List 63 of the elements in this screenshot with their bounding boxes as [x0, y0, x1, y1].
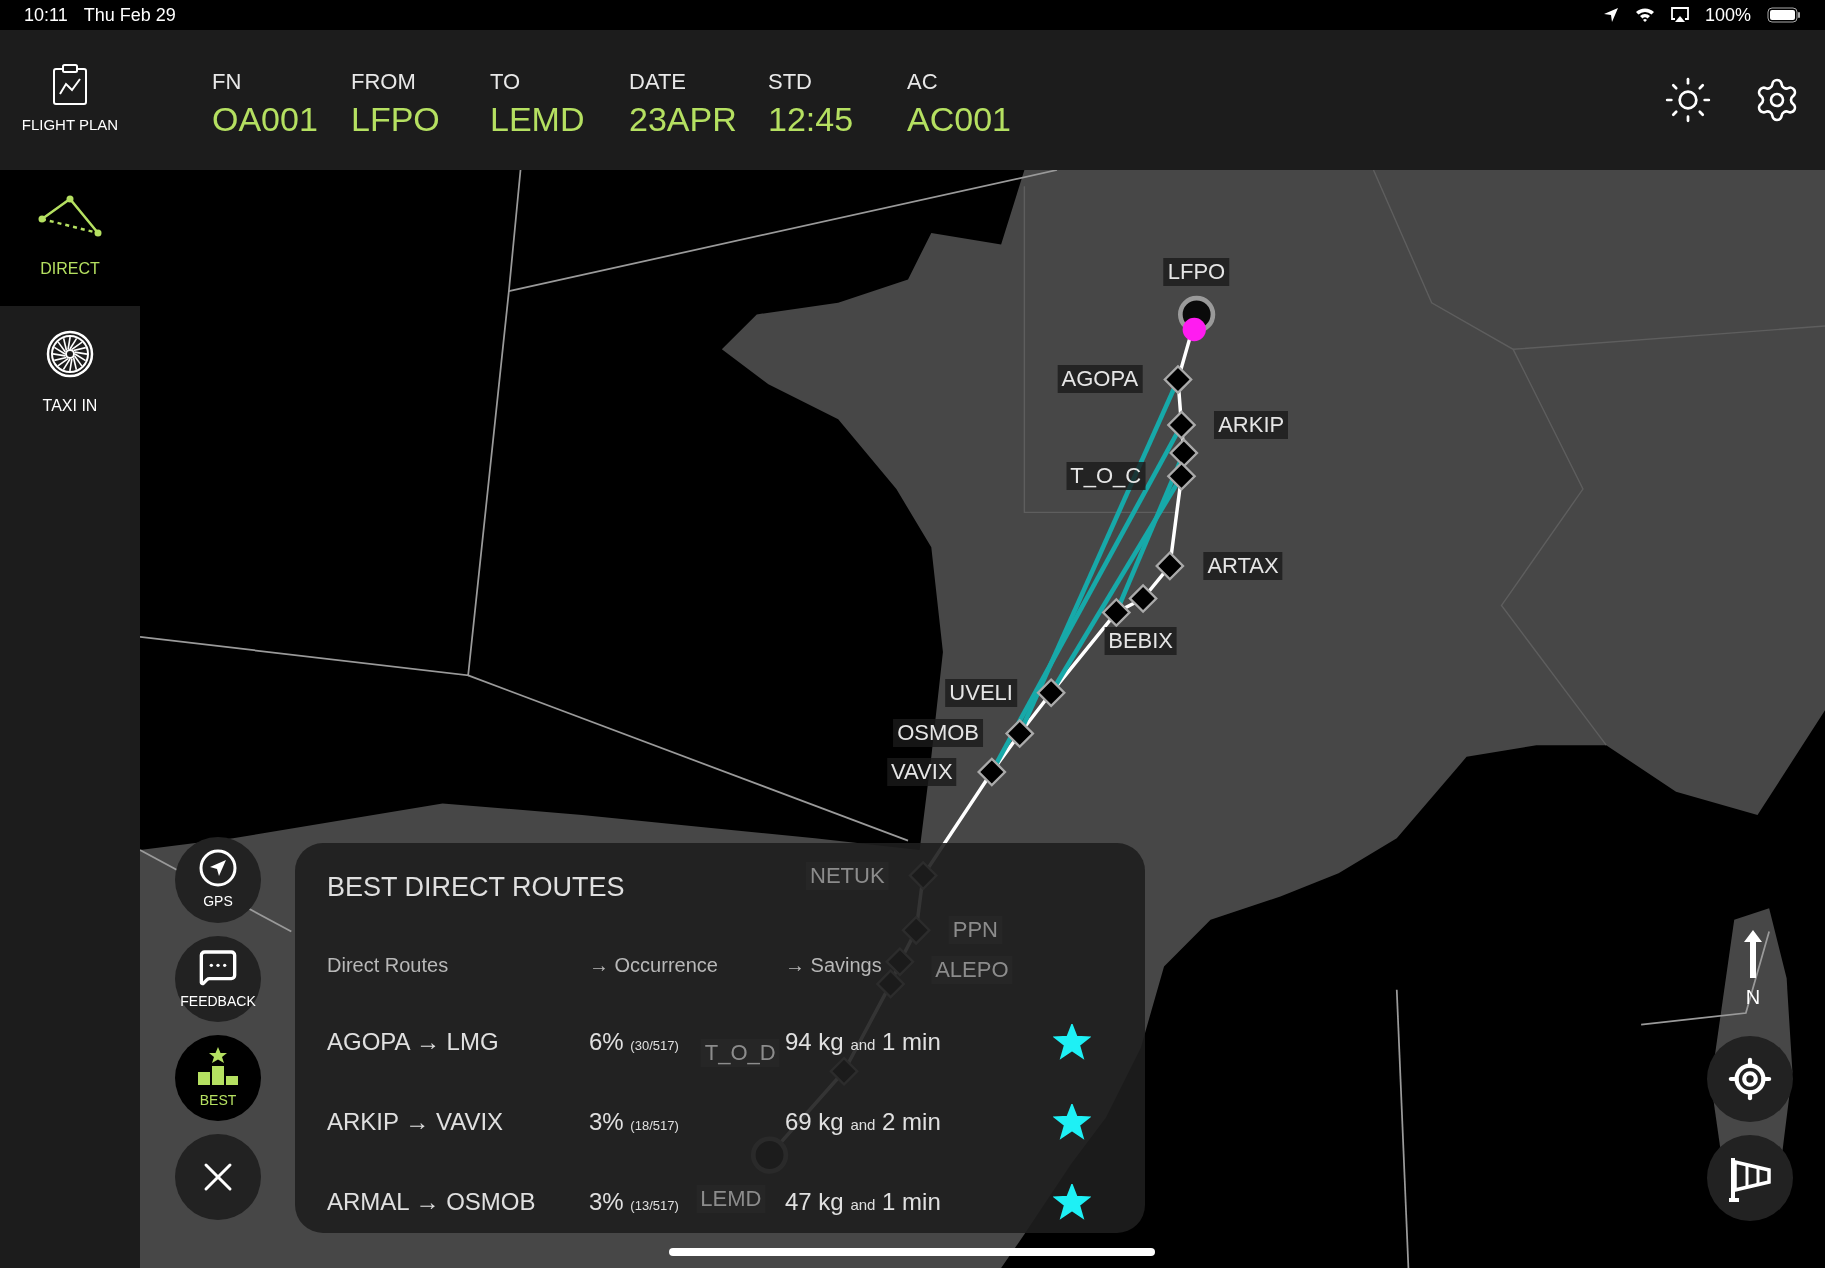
waypoint-marker [1166, 461, 1197, 492]
field-value: LEMD [490, 101, 585, 136]
location-icon [1602, 7, 1619, 23]
route-cell-text: AGOPA → LMG [327, 1026, 499, 1057]
aircraft-position-marker [1182, 317, 1206, 342]
field-label: AC [907, 67, 938, 96]
turbine-icon [46, 330, 94, 378]
status-time: 10:11 [24, 3, 68, 27]
occurrence-cell-text: 6% (30/517) [589, 1026, 679, 1057]
waypoint-label: AGOPA [1057, 365, 1143, 394]
waypoint-label: LFPO [1163, 258, 1230, 287]
star-icon[interactable] [1053, 1023, 1091, 1060]
screen-mirroring-icon [1670, 7, 1689, 23]
star-icon[interactable] [1053, 1103, 1091, 1140]
field-value: 23APR [629, 101, 737, 136]
waypoint-label: LEMD [696, 1184, 766, 1213]
status-date: Thu Feb 29 [83, 3, 176, 27]
savings-cell-text: 94 kg and 1 min [785, 1026, 941, 1057]
waypoint-label: NETUK [806, 862, 889, 891]
podium-star-icon [196, 1045, 240, 1086]
column-header: → Savings [785, 952, 882, 978]
field-value: AC001 [907, 101, 1011, 136]
waypoint-label: BEBIX [1104, 627, 1178, 656]
battery-percentage: 100% [1704, 3, 1751, 27]
route-cell-text: ARMAL → OSMOB [327, 1186, 536, 1217]
battery-icon [1767, 7, 1801, 23]
waypoint-label: UVELI [945, 678, 1017, 707]
star-icon[interactable] [1053, 1183, 1091, 1220]
waypoint-label: OSMOB [893, 719, 984, 748]
field-label: DATE [629, 67, 687, 96]
waypoint-marker [1004, 718, 1035, 749]
column-header: → Occurrence [589, 952, 718, 978]
field-label: FN [212, 67, 242, 96]
wifi-icon [1634, 7, 1655, 23]
savings-cell-text: 47 kg and 1 min [785, 1186, 941, 1217]
occurrence-cell-text: 3% (18/517) [589, 1106, 679, 1137]
route-cell-text: ARKIP → VAVIX [327, 1106, 504, 1137]
waypoint-label: PPN [948, 915, 1002, 944]
occurrence-cell-text: 3% (13/517) [589, 1186, 679, 1217]
savings-cell-text: 69 kg and 2 min [785, 1106, 941, 1137]
waypoint-label: ALEPO [931, 955, 1013, 984]
clipboard-chart-icon [52, 63, 88, 106]
north-arrow-icon [1743, 930, 1763, 978]
crosshair-icon [1727, 1056, 1773, 1102]
brightness-button[interactable] [1663, 75, 1713, 125]
field-label: TO [490, 67, 521, 96]
waypoint-label: T_O_D [700, 1039, 780, 1068]
compass-label: N [1745, 985, 1761, 1010]
waypoint-marker [1036, 678, 1066, 708]
field-label: FROM [351, 67, 416, 96]
field-value: LFPO [351, 101, 440, 136]
flight-plan-button[interactable]: FLIGHT PLAN [0, 63, 140, 137]
waypoint-label: ARTAX [1203, 551, 1283, 580]
waypoint-label: T_O_C [1066, 462, 1146, 491]
field-value: 12:45 [768, 101, 854, 136]
field-value: OA001 [212, 101, 318, 136]
waypoint-label: VAVIX [887, 757, 957, 786]
panel-title: BEST DIRECT ROUTES [327, 871, 625, 904]
waypoint-marker [1169, 438, 1199, 468]
column-header: Direct Routes [327, 952, 449, 978]
waypoint-label: ARKIP [1214, 410, 1289, 439]
field-label: STD [768, 67, 812, 96]
sidebar-tab[interactable]: DIRECT [0, 170, 140, 306]
